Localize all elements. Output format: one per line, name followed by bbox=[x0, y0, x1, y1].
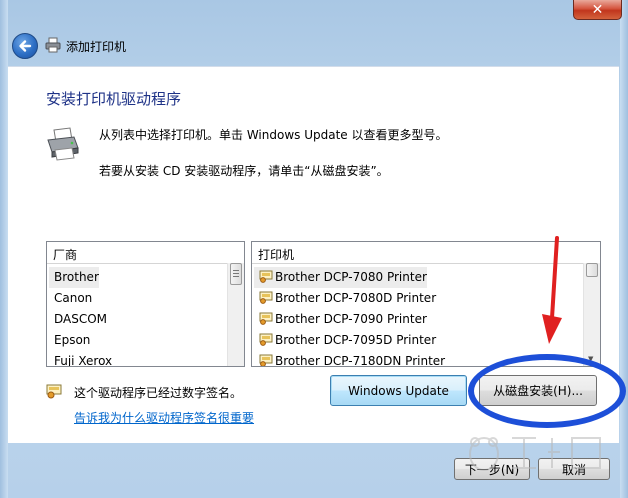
highlight-ellipse-annotation bbox=[468, 354, 626, 428]
manufacturer-item-fuji-xerox[interactable]: Fuji Xerox bbox=[49, 351, 112, 366]
printer-scroll-thumb[interactable] bbox=[586, 263, 598, 277]
printer-item-label: Brother DCP-7080D Printer bbox=[275, 291, 437, 305]
printer-item[interactable]: Brother DCP-7180DN Printer bbox=[254, 351, 446, 367]
signed-driver-icon bbox=[46, 384, 62, 399]
instruction-text-cd: 若要从安装 CD 安装驱动程序，请单击“从磁盘安装”。 bbox=[99, 164, 389, 178]
manufacturer-item-brother[interactable]: Brother bbox=[49, 267, 99, 288]
close-button[interactable]: ✕ bbox=[573, 0, 622, 20]
printer-item-label: Brother DCP-7090 Printer bbox=[275, 312, 427, 326]
printer-item-label: Brother DCP-7080 Printer bbox=[275, 270, 427, 284]
back-button[interactable] bbox=[12, 33, 38, 59]
manufacturer-list[interactable]: 厂商 Brother Canon DASCOM Epson Fuji Xerox bbox=[46, 241, 245, 367]
manufacturer-scroll-thumb[interactable] bbox=[230, 263, 242, 285]
printer-icon bbox=[47, 127, 79, 161]
signed-driver-icon bbox=[259, 312, 273, 325]
manufacturer-item-epson[interactable]: Epson bbox=[49, 330, 90, 351]
printer-item-label: Brother DCP-7095D Printer bbox=[275, 333, 437, 347]
red-arrow-annotation bbox=[542, 236, 562, 344]
printer-item[interactable]: Brother DCP-7095D Printer bbox=[254, 330, 436, 351]
manufacturer-list-header: 厂商 bbox=[47, 242, 244, 264]
manufacturer-column-header: 厂商 bbox=[53, 248, 78, 262]
back-arrow-icon bbox=[19, 40, 32, 52]
driver-signing-help-link[interactable]: 告诉我为什么驱动程序签名很重要 bbox=[74, 409, 254, 426]
close-icon: ✕ bbox=[591, 1, 604, 18]
manufacturer-item-dascom[interactable]: DASCOM bbox=[49, 309, 107, 330]
printer-item[interactable]: Brother DCP-7080 Printer bbox=[254, 267, 427, 288]
printer-column-header: 打印机 bbox=[258, 248, 295, 262]
signed-driver-icon bbox=[259, 270, 273, 283]
printer-item[interactable]: Brother DCP-7080D Printer bbox=[254, 288, 436, 309]
page-heading: 安装打印机驱动程序 bbox=[46, 90, 182, 108]
printer-item-label: Brother DCP-7180DN Printer bbox=[275, 354, 446, 367]
window-title: 添加打印机 bbox=[66, 40, 127, 54]
window-frame-right bbox=[620, 0, 628, 498]
manufacturer-scrollbar[interactable] bbox=[227, 263, 244, 366]
instruction-text: 从列表中选择打印机。单击 Windows Update 以查看更多型号。 bbox=[99, 128, 448, 142]
windows-update-label: Windows Update bbox=[348, 383, 449, 398]
manufacturer-item-canon[interactable]: Canon bbox=[49, 288, 92, 309]
windows-update-button[interactable]: Windows Update bbox=[330, 375, 467, 406]
printer-item[interactable]: Brother DCP-7090 Printer bbox=[254, 309, 427, 330]
watermark-logo bbox=[469, 437, 601, 471]
signature-status-text: 这个驱动程序已经过数字签名。 bbox=[74, 386, 243, 400]
signed-driver-icon bbox=[259, 333, 273, 346]
window-frame-left bbox=[0, 0, 8, 498]
signed-driver-icon bbox=[259, 354, 273, 366]
printer-icon bbox=[45, 37, 61, 53]
printer-scrollbar[interactable]: ▼ bbox=[583, 263, 600, 366]
signed-driver-icon bbox=[259, 291, 273, 304]
